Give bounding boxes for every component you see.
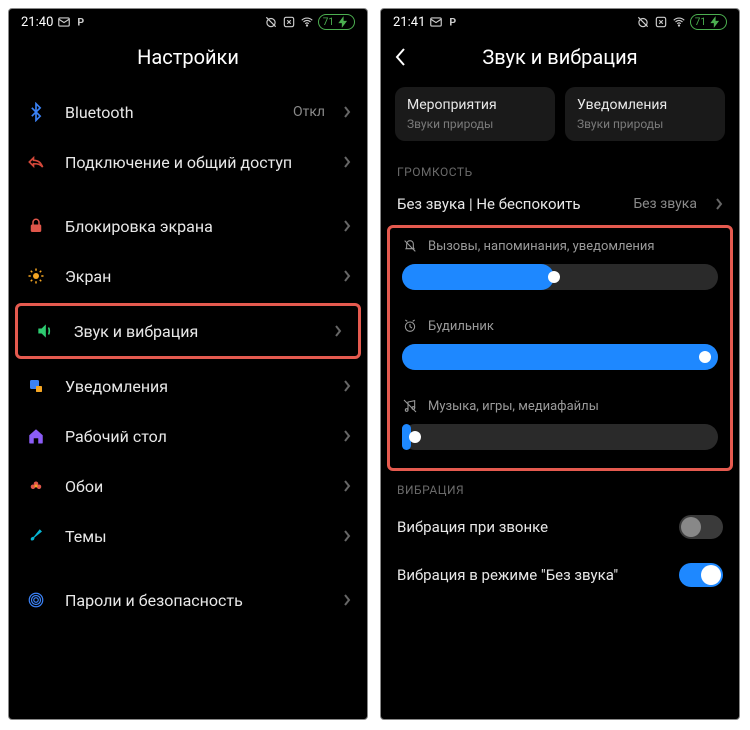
toggle-vibrate-silent[interactable]: Вибрация в режиме "Без звука" bbox=[381, 551, 739, 599]
mail-icon bbox=[429, 15, 443, 29]
p-icon: P bbox=[75, 15, 89, 29]
mail-icon bbox=[57, 15, 71, 29]
p-icon: P bbox=[447, 15, 461, 29]
settings-item-label: Блокировка экрана bbox=[65, 217, 325, 236]
flower-icon bbox=[25, 475, 47, 497]
slider-label-text: Музыка, игры, медиафайлы bbox=[428, 399, 599, 414]
x-box-icon bbox=[654, 15, 668, 29]
section-vibration: ВИБРАЦИЯ bbox=[381, 473, 739, 503]
settings-item-notifications[interactable]: Уведомления bbox=[9, 361, 367, 411]
sun-icon bbox=[25, 265, 47, 287]
toggle-switch[interactable] bbox=[679, 563, 723, 587]
wifi-icon bbox=[672, 15, 686, 29]
settings-item-label: Темы bbox=[65, 527, 325, 546]
chevron-right-icon bbox=[343, 106, 351, 118]
settings-item-display[interactable]: Экран bbox=[9, 251, 367, 301]
card-subtitle: Звуки природы bbox=[577, 117, 713, 131]
volume-icon bbox=[34, 320, 56, 342]
toggle-vibrate-ring[interactable]: Вибрация при звонке bbox=[381, 503, 739, 551]
alarm-off-icon bbox=[264, 15, 278, 29]
toggle-label: Вибрация при звонке bbox=[397, 518, 679, 536]
wifi-icon bbox=[300, 15, 314, 29]
silent-dnd-row[interactable]: Без звука | Не беспокоить Без звука bbox=[381, 185, 739, 223]
chevron-right-icon bbox=[334, 325, 342, 337]
status-time: 21:41 bbox=[393, 15, 425, 30]
slider-ring: Вызовы, напоминания, уведомления bbox=[390, 228, 730, 308]
phone-right: 21:41 P 71 Звук и вибрация Мероприятия З… bbox=[380, 8, 740, 720]
chevron-right-icon bbox=[343, 270, 351, 282]
bell-off-icon bbox=[402, 238, 418, 254]
card-subtitle: Звуки природы bbox=[407, 117, 543, 131]
page-title-right: Звук и вибрация bbox=[381, 33, 739, 87]
slider-label-text: Вызовы, напоминания, уведомления bbox=[428, 239, 655, 254]
settings-item-label: Рабочий стол bbox=[65, 427, 325, 446]
settings-item-label: Обои bbox=[65, 477, 325, 496]
settings-item-home[interactable]: Рабочий стол bbox=[9, 411, 367, 461]
phone-left: 21:40 P 71 Настройки Bluetooth Откл По bbox=[8, 8, 368, 720]
settings-item-label: Пароли и безопасность bbox=[65, 591, 325, 610]
highlight-sound: Звук и вибрация bbox=[15, 303, 361, 359]
lock-icon bbox=[25, 215, 47, 237]
x-box-icon bbox=[282, 15, 296, 29]
status-time: 21:40 bbox=[21, 15, 53, 30]
home-icon bbox=[25, 425, 47, 447]
brush-icon bbox=[25, 525, 47, 547]
share-icon bbox=[25, 151, 47, 173]
chevron-right-icon bbox=[343, 594, 351, 606]
battery-badge: 71 bbox=[690, 14, 727, 30]
chevron-right-icon bbox=[343, 220, 351, 232]
settings-item-label: Подключение и общий доступ bbox=[65, 153, 325, 172]
settings-item-label: Звук и вибрация bbox=[74, 322, 316, 341]
music-off-icon bbox=[402, 398, 418, 414]
settings-item-bluetooth[interactable]: Bluetooth Откл bbox=[9, 87, 367, 137]
card-title: Уведомления bbox=[577, 97, 713, 113]
chevron-right-icon bbox=[715, 198, 723, 210]
slider-media: Музыка, игры, медиафайлы bbox=[390, 388, 730, 468]
chevron-right-icon bbox=[343, 530, 351, 542]
toggle-label: Вибрация в режиме "Без звука" bbox=[397, 566, 679, 584]
chevron-right-icon bbox=[343, 156, 351, 168]
battery-badge: 71 bbox=[318, 14, 355, 30]
chevron-right-icon bbox=[343, 480, 351, 492]
slider-ring-track[interactable] bbox=[402, 264, 718, 290]
sound-card-events[interactable]: Мероприятия Звуки природы bbox=[395, 87, 555, 141]
settings-item-connection[interactable]: Подключение и общий доступ bbox=[9, 137, 367, 187]
svg-text:P: P bbox=[450, 16, 457, 29]
settings-item-label: Уведомления bbox=[65, 377, 325, 396]
settings-item-wallpaper[interactable]: Обои bbox=[9, 461, 367, 511]
alarm-icon bbox=[402, 318, 418, 334]
settings-item-lockscreen[interactable]: Блокировка экрана bbox=[9, 201, 367, 251]
statusbar-right: 21:41 P 71 bbox=[381, 9, 739, 33]
card-title: Мероприятия bbox=[407, 97, 543, 113]
page-title-left: Настройки bbox=[9, 33, 367, 87]
settings-item-sound[interactable]: Звук и вибрация bbox=[18, 306, 358, 356]
bluetooth-icon bbox=[25, 101, 47, 123]
silent-label: Без звука | Не беспокоить bbox=[397, 195, 615, 213]
settings-item-label: Bluetooth bbox=[65, 103, 275, 122]
settings-item-themes[interactable]: Темы bbox=[9, 511, 367, 561]
sound-card-notifications[interactable]: Уведомления Звуки природы bbox=[565, 87, 725, 141]
notification-icon bbox=[25, 375, 47, 397]
alarm-off-icon bbox=[636, 15, 650, 29]
chevron-right-icon bbox=[343, 430, 351, 442]
slider-media-track[interactable] bbox=[402, 424, 718, 450]
slider-label-text: Будильник bbox=[428, 319, 494, 334]
chevron-right-icon bbox=[343, 380, 351, 392]
section-volume: ГРОМКОСТЬ bbox=[381, 155, 739, 185]
silent-value: Без звука bbox=[633, 196, 697, 212]
back-button[interactable] bbox=[395, 47, 407, 72]
fingerprint-icon bbox=[25, 589, 47, 611]
statusbar-left: 21:40 P 71 bbox=[9, 9, 367, 33]
svg-text:P: P bbox=[78, 16, 85, 29]
highlight-volume-sliders: Вызовы, напоминания, уведомления Будильн… bbox=[387, 225, 733, 471]
slider-alarm-track[interactable] bbox=[402, 344, 718, 370]
toggle-switch[interactable] bbox=[679, 515, 723, 539]
settings-item-security[interactable]: Пароли и безопасность bbox=[9, 575, 367, 625]
settings-item-value: Откл bbox=[293, 104, 325, 120]
slider-alarm: Будильник bbox=[390, 308, 730, 388]
settings-item-label: Экран bbox=[65, 267, 325, 286]
